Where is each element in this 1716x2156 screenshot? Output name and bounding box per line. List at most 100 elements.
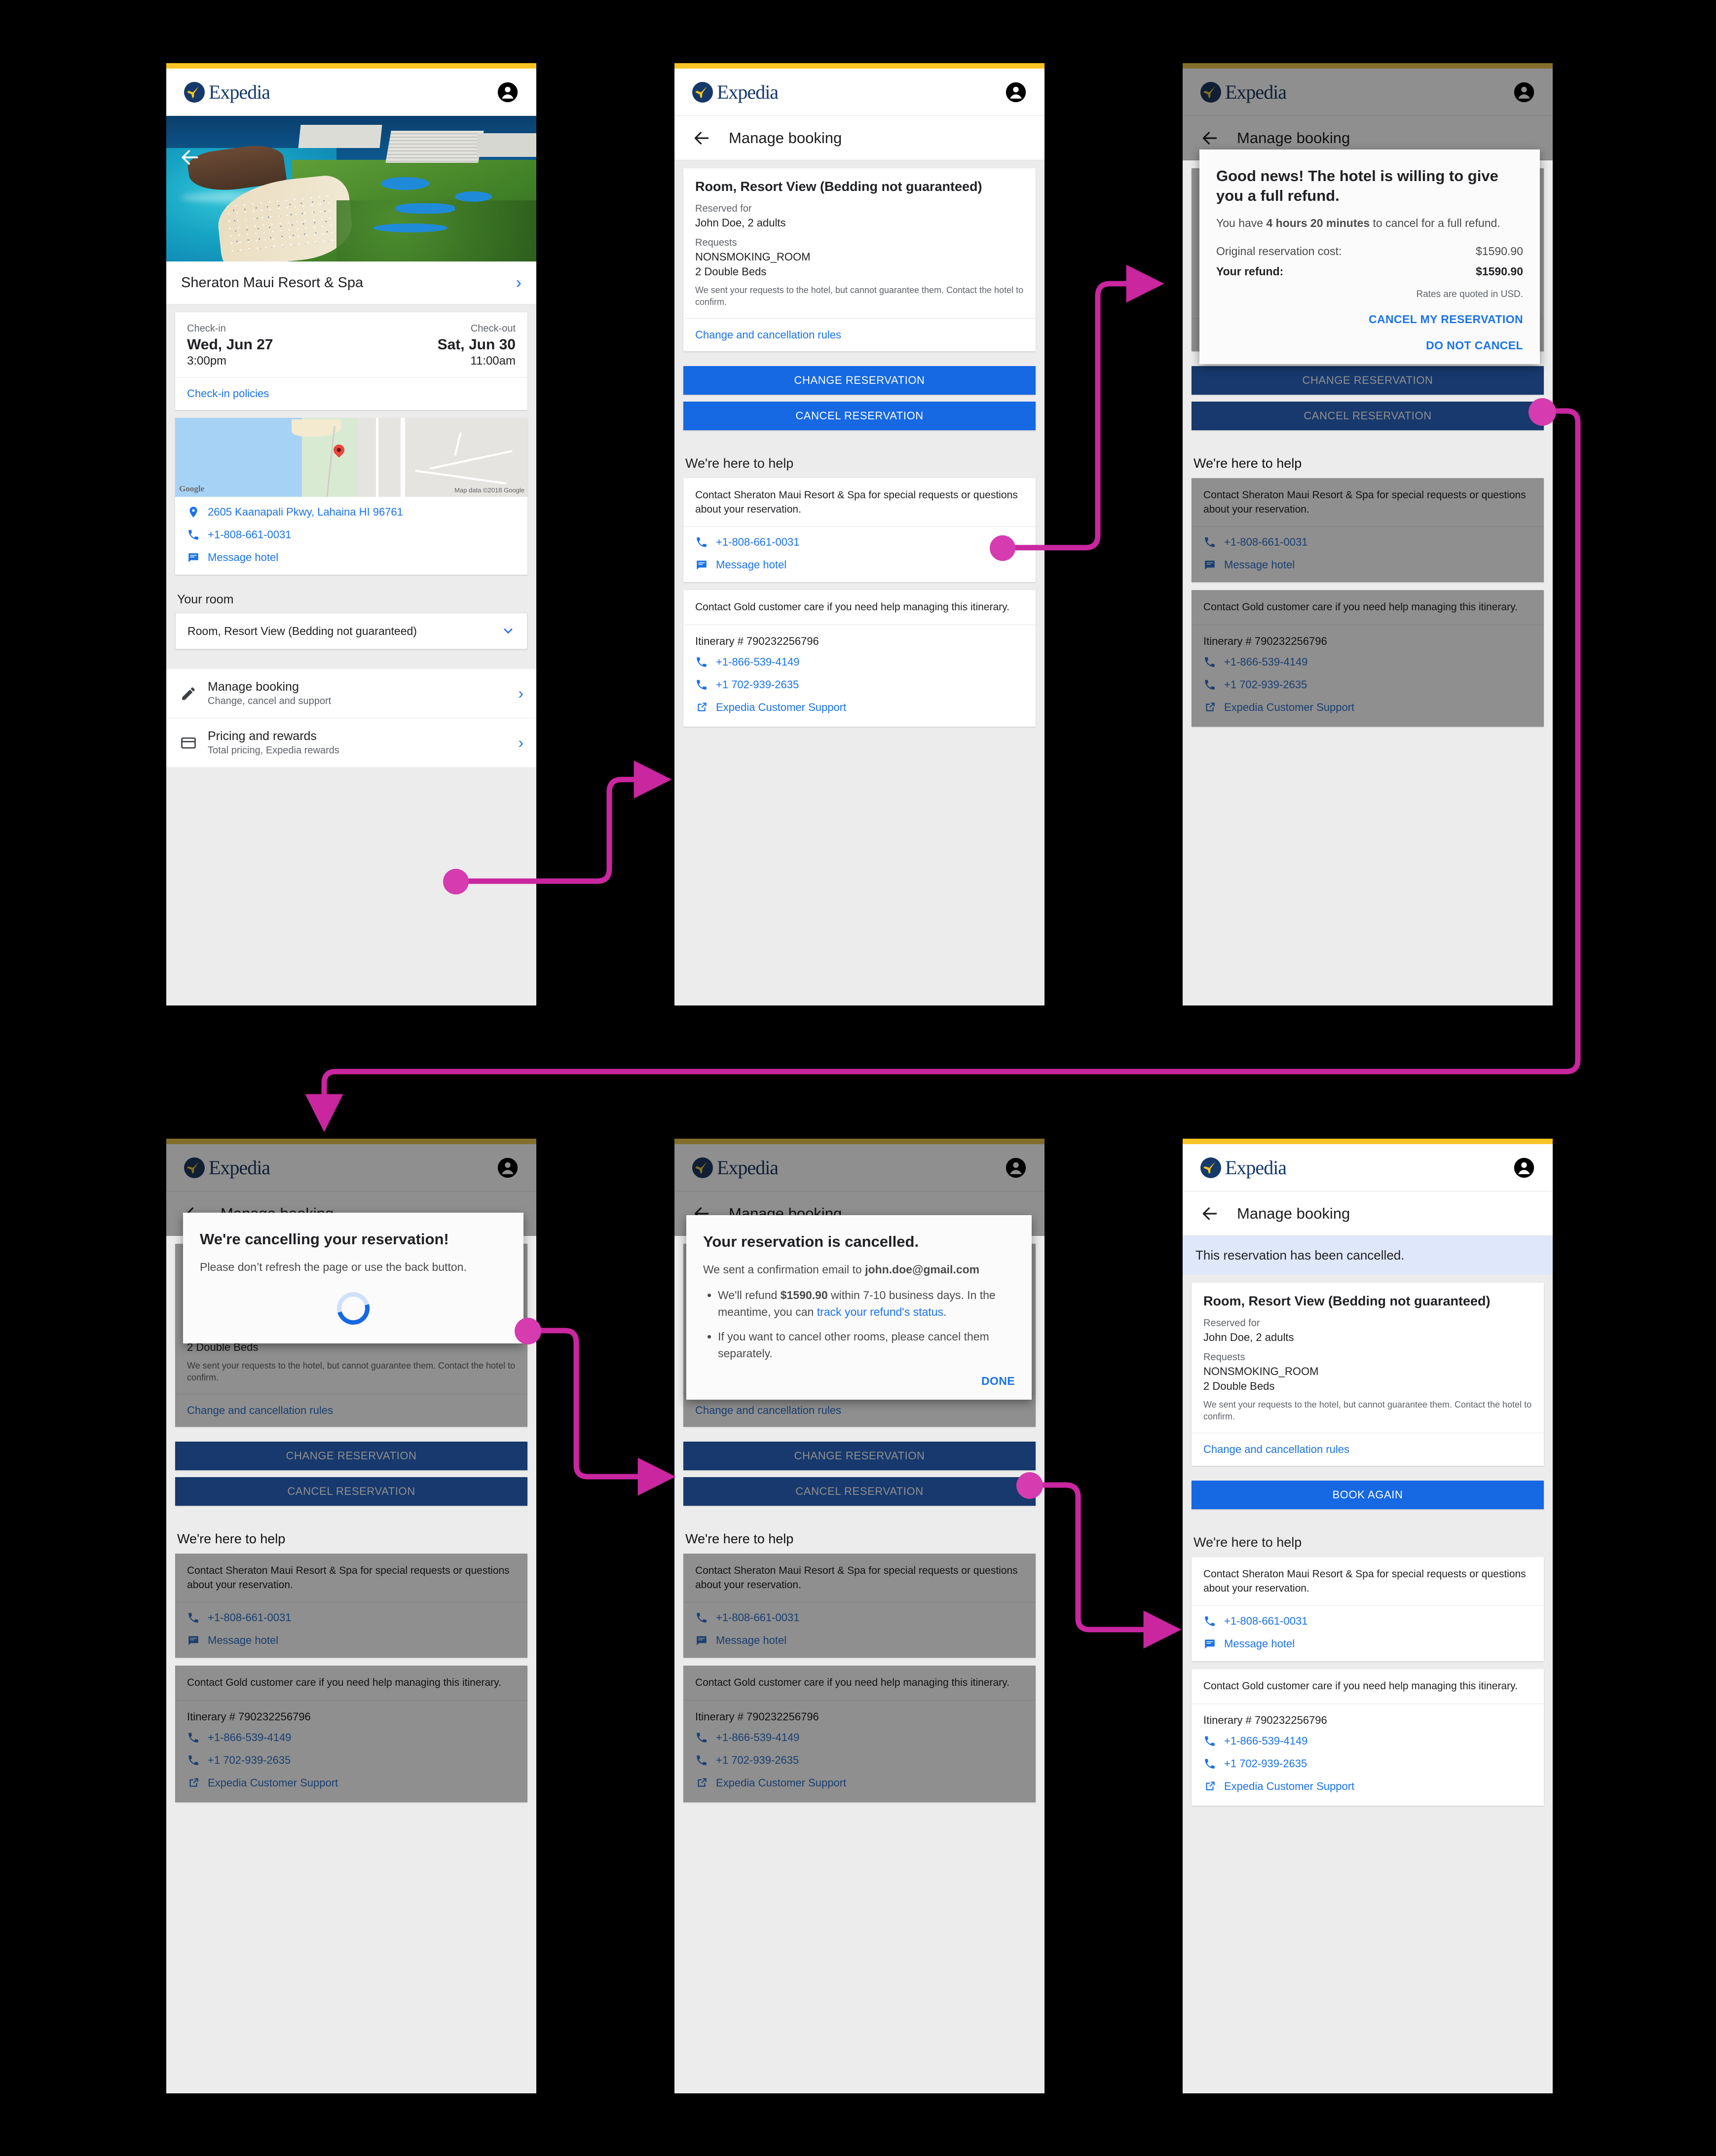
account-icon[interactable] — [497, 1157, 519, 1179]
back-arrow-icon[interactable] — [692, 129, 711, 148]
manage-booking-title: Manage booking — [208, 680, 299, 694]
cancel-my-reservation-button[interactable]: CANCEL MY RESERVATION — [1216, 313, 1523, 326]
support-phone-row-1[interactable]: +1-866-539-4149 — [683, 651, 1036, 673]
itinerary-number: Itinerary # 790232256796 — [695, 634, 819, 647]
support-link-row[interactable]: Expedia Customer Support — [683, 696, 1036, 727]
message-hotel-row[interactable]: Message hotel — [1192, 1633, 1544, 1661]
support-phone-row-2[interactable]: +1 702-939-2635 — [683, 673, 1036, 696]
support-phone-row-2[interactable]: +1 702-939-2635 — [1192, 1752, 1544, 1775]
expedia-logo[interactable]: Expedia — [184, 1156, 270, 1179]
expedia-logo[interactable]: Expedia — [1200, 1156, 1287, 1179]
account-icon[interactable] — [1513, 81, 1535, 103]
support-phone-row-1[interactable]: +1-866-539-4149 — [683, 1726, 1036, 1749]
gold-help-text: Contact Gold customer care if you need h… — [1203, 1680, 1518, 1692]
checkin-policies-link[interactable]: Check-in policies — [187, 387, 269, 400]
change-reservation-button[interactable]: CHANGE RESERVATION — [1192, 366, 1544, 395]
expedia-wordmark: Expedia — [717, 1156, 779, 1179]
book-again-button[interactable]: BOOK AGAIN — [1192, 1480, 1544, 1509]
support-phone-row-2[interactable]: +1 702-939-2635 — [1192, 673, 1544, 696]
change-reservation-button[interactable]: CHANGE RESERVATION — [683, 1441, 1036, 1470]
hotel-phone-row[interactable]: +1-808-661-0031 — [683, 1602, 1036, 1629]
brand-accent-bar — [674, 1139, 1045, 1144]
pencil-icon — [182, 687, 195, 700]
requests-label: Requests — [1203, 1352, 1245, 1363]
change-reservation-button[interactable]: CHANGE RESERVATION — [175, 1441, 527, 1470]
cancel-reservation-button[interactable]: CANCEL RESERVATION — [1192, 401, 1544, 430]
expedia-logo[interactable]: Expedia — [692, 1156, 779, 1179]
success-dialog-email-line: We sent a confirmation email to john.doe… — [703, 1263, 980, 1276]
hotel-phone-row[interactable]: +1-808-661-0031 — [1192, 527, 1544, 554]
support-link-row[interactable]: Expedia Customer Support — [175, 1772, 527, 1802]
done-button[interactable]: DONE — [703, 1375, 1015, 1388]
hotel-phone-row[interactable]: +1-808-661-0031 — [683, 527, 1036, 554]
room-title: Room, Resort View (Bedding not guarantee… — [695, 179, 982, 194]
change-cancellation-rules-link[interactable]: Change and cancellation rules — [1203, 1443, 1349, 1455]
expedia-logo[interactable]: Expedia — [1200, 80, 1287, 104]
brand-accent-bar — [166, 63, 536, 69]
location-card: Google Map data ©2018 Google 2605 Kaanap… — [175, 418, 527, 575]
dates-row: Check-in Wed, Jun 27 3:00pm Check-out Sa… — [175, 312, 527, 377]
message-hotel-row[interactable]: Message hotel — [175, 546, 527, 575]
track-refund-link[interactable]: track your refund's status — [817, 1305, 943, 1318]
support-phone-2: +1 702-939-2635 — [1224, 1757, 1307, 1770]
location-pin-icon — [189, 507, 197, 518]
gold-help-text: Contact Gold customer care if you need h… — [1203, 601, 1518, 613]
change-cancellation-rules-link[interactable]: Change and cancellation rules — [695, 329, 841, 341]
confirmation-email: john.doe@gmail.com — [865, 1263, 980, 1276]
support-card: Contact Gold customer care if you need h… — [683, 590, 1036, 727]
support-phone-row-2[interactable]: +1 702-939-2635 — [175, 1749, 527, 1772]
hotel-map[interactable]: Google Map data ©2018 Google — [175, 418, 527, 497]
support-link-row[interactable]: Expedia Customer Support — [683, 1772, 1036, 1802]
back-arrow-icon[interactable] — [1200, 129, 1219, 148]
support-phone-row-2[interactable]: +1 702-939-2635 — [683, 1749, 1036, 1772]
do-not-cancel-button[interactable]: DO NOT CANCEL — [1216, 339, 1523, 352]
app-bar: Expedia — [166, 1144, 536, 1191]
cancel-reservation-button[interactable]: CANCEL RESERVATION — [175, 1477, 527, 1506]
phone-icon — [697, 680, 707, 690]
expedia-logo[interactable]: Expedia — [692, 80, 779, 104]
address-row[interactable]: 2605 Kaanapali Pkwy, Lahaina HI 96761 — [175, 497, 527, 523]
change-reservation-button[interactable]: CHANGE RESERVATION — [683, 366, 1036, 395]
support-phone-row-1[interactable]: +1-866-539-4149 — [175, 1726, 527, 1749]
back-arrow-icon[interactable] — [1200, 1204, 1219, 1223]
expedia-wordmark: Expedia — [1225, 1156, 1287, 1179]
phone-icon — [188, 1755, 198, 1765]
external-link-icon — [698, 703, 707, 711]
support-link-row[interactable]: Expedia Customer Support — [1192, 1775, 1544, 1806]
phone-icon — [697, 1733, 707, 1743]
account-icon[interactable] — [497, 81, 519, 103]
support-link-row[interactable]: Expedia Customer Support — [1192, 696, 1544, 727]
support-phone-row-1[interactable]: +1-866-539-4149 — [1192, 651, 1544, 673]
sidebar-item-manage-booking[interactable]: Manage booking Change, cancel and suppor… — [166, 669, 536, 718]
message-hotel-row[interactable]: Message hotel — [175, 1629, 527, 1658]
cancel-reservation-button[interactable]: CANCEL RESERVATION — [683, 401, 1036, 430]
hotel-phone-row[interactable]: +1-808-661-0031 — [1192, 1606, 1544, 1633]
stay-dates-group: Check-in Wed, Jun 27 3:00pm Check-out Sa… — [166, 304, 536, 418]
back-arrow-icon[interactable] — [179, 147, 201, 168]
phone-icon — [697, 1613, 707, 1623]
phone-icon — [1205, 657, 1215, 667]
expedia-logo[interactable]: Expedia — [184, 80, 270, 104]
help-heading: We're here to help — [685, 455, 794, 471]
change-cancellation-rules-link[interactable]: Change and cancellation rules — [695, 1404, 841, 1416]
phone-row[interactable]: +1-808-661-0031 — [175, 523, 527, 546]
message-hotel-row[interactable]: Message hotel — [683, 1629, 1036, 1658]
google-watermark: Google — [179, 484, 204, 493]
cancel-reservation-button[interactable]: CANCEL RESERVATION — [683, 1477, 1036, 1506]
hotel-phone-row[interactable]: +1-808-661-0031 — [175, 1602, 527, 1629]
account-icon[interactable] — [1005, 81, 1027, 103]
expedia-customer-support-link: Expedia Customer Support — [716, 1776, 847, 1789]
hotel-address: 2605 Kaanapali Pkwy, Lahaina HI 96761 — [208, 506, 403, 518]
support-phone-row-1[interactable]: +1-866-539-4149 — [1192, 1730, 1544, 1752]
account-icon[interactable] — [1513, 1157, 1535, 1179]
change-cancellation-rules-link[interactable]: Change and cancellation rules — [187, 1404, 333, 1416]
message-hotel-label: Message hotel — [1224, 558, 1295, 571]
account-icon[interactable] — [1005, 1157, 1027, 1179]
message-hotel-row[interactable]: Message hotel — [683, 554, 1036, 582]
room-select[interactable]: Room, Resort View (Bedding not guarantee… — [175, 613, 527, 649]
hotel-name-row[interactable]: Sheraton Maui Resort & Spa › — [166, 261, 536, 304]
sidebar-item-pricing-rewards[interactable]: Pricing and rewards Total pricing, Exped… — [166, 718, 536, 768]
your-room-label: Your room — [177, 593, 234, 606]
message-hotel-row[interactable]: Message hotel — [1192, 554, 1544, 582]
reservation-group: Room, Resort View (Bedding not guarantee… — [674, 160, 1045, 359]
